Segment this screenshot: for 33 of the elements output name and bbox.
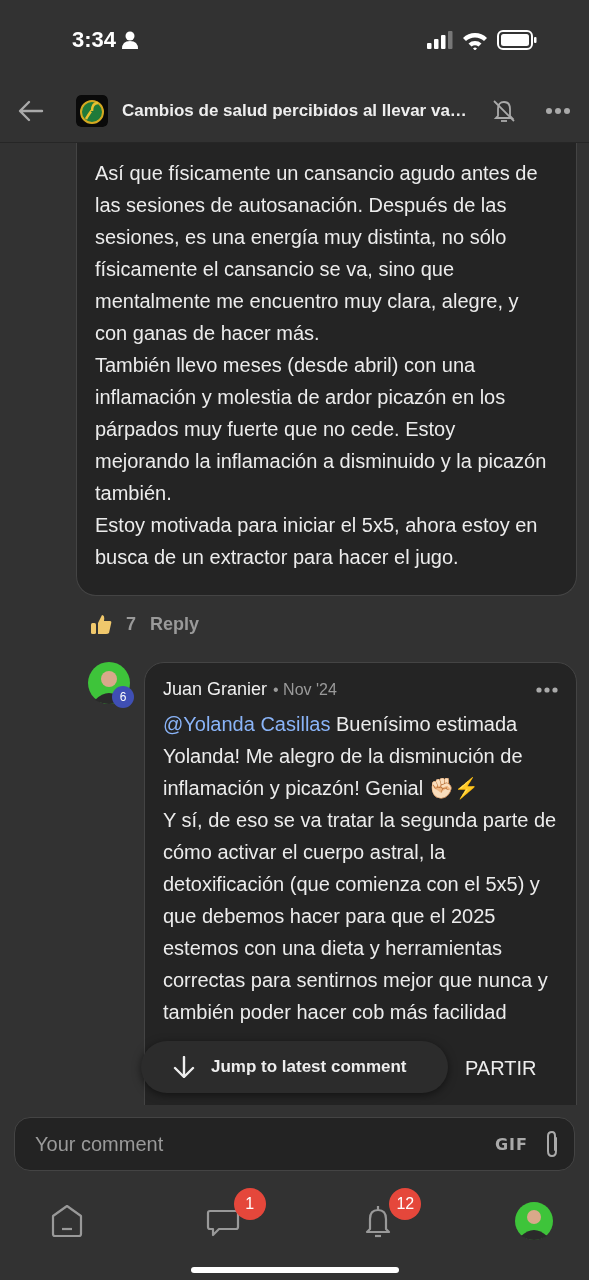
profile-tab[interactable] bbox=[514, 1202, 553, 1240]
avatar bbox=[514, 1202, 553, 1240]
gif-button[interactable]: GIF bbox=[495, 1134, 528, 1154]
back-icon[interactable] bbox=[18, 100, 44, 122]
thumbs-up-icon[interactable] bbox=[90, 613, 112, 635]
comment-text: Así que físicamente un cansancio agudo antes de las sesiones de autosanación. Después de las sesiones, es una energía muy distinta, no sólo físicamente el cansancio se va, sino que mentalmente me encuentro muy clara, alegre, y con ganas de hacer más. bbox=[95, 161, 539, 346]
more-icon[interactable] bbox=[536, 686, 558, 693]
more-icon[interactable] bbox=[545, 107, 571, 115]
clock-time: 3:34 bbox=[72, 27, 117, 53]
signal-icon bbox=[427, 31, 453, 49]
wifi-icon bbox=[462, 30, 488, 50]
comment-text: Y sí, de eso se va tratar la segunda parte de cómo activar el cuerpo astral, la detoxificación (que comienza con el 5x5) y que debemos hacer para que el 2025 estemos con una dieta y herramientas correctas para sentirnos mejor que nunca y también poder hacer cob más facilidad bbox=[163, 808, 558, 1025]
level-badge: 6 bbox=[112, 686, 134, 708]
like-count: 7 bbox=[126, 613, 136, 635]
muted-bell-icon[interactable] bbox=[491, 98, 517, 124]
comment-text: También llevo meses (desde abril) con una inflamación y molestia de ardor picazón en los párpados muy fuerte que no cede. Estoy mejorando la inflamación a disminuido y la picazón también. bbox=[95, 353, 548, 506]
notification-count: 1 bbox=[233, 1188, 266, 1220]
battery-icon bbox=[497, 30, 537, 50]
comment-field[interactable]: Your comment GIF bbox=[14, 1117, 575, 1171]
person-icon bbox=[122, 31, 139, 49]
comment-text: Estoy motivada para iniciar el 5x5, ahora estoy en busca de un extractor para hacer el jugo. bbox=[95, 513, 539, 570]
reply-button[interactable]: Reply bbox=[150, 613, 200, 635]
topic-title: Cambios de salud percibidos al llevar va… bbox=[122, 101, 468, 121]
paperclip-icon[interactable] bbox=[544, 1130, 560, 1158]
comment-date: • Nov '24 bbox=[273, 680, 338, 699]
ring-logo-icon bbox=[76, 95, 108, 127]
notification-count: 12 bbox=[389, 1188, 422, 1220]
down-arrow-icon bbox=[173, 1056, 195, 1078]
comment-text: PARTIR bbox=[465, 1056, 538, 1081]
mention-link[interactable]: @Yolanda Casillas bbox=[163, 713, 331, 735]
comment-text: @Yolanda Casillas Buenísimo estimada Yolanda! Me alegro de la disminución de inflamación y picazón! Genial ✊🏻⚡ bbox=[163, 712, 524, 802]
jump-button[interactable]: Jump to latest comment bbox=[141, 1041, 448, 1093]
author-name: Juan Granier bbox=[163, 679, 268, 700]
